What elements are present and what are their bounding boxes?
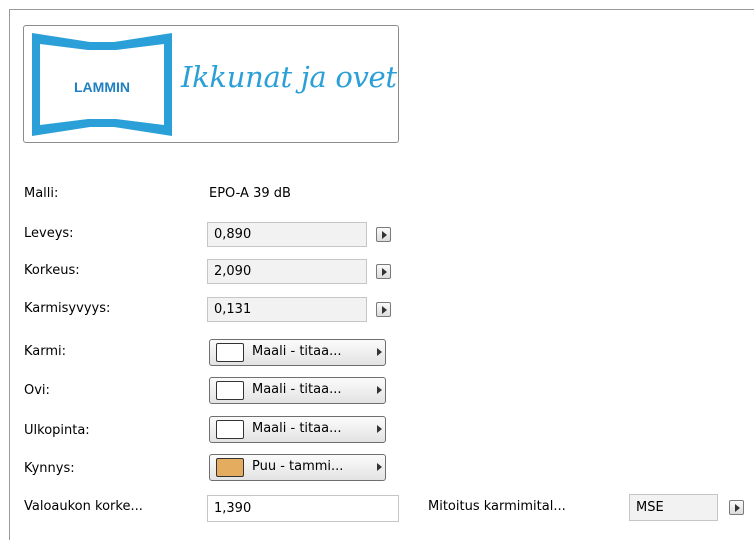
malli-value: EPO-A 39 dB: [209, 186, 291, 201]
ovi-color-swatch: [216, 381, 244, 400]
leveys-label: Leveys:: [24, 226, 74, 241]
karmi-label: Karmi:: [24, 344, 67, 359]
ulkopinta-material-text: Maali - titaa...: [252, 421, 342, 436]
ovi-material-text: Maali - titaa...: [252, 382, 342, 397]
logo-brand-text: LAMMIN: [74, 79, 130, 95]
leveys-arrow-icon[interactable]: [376, 227, 391, 242]
mitoitus-arrow-icon[interactable]: [729, 500, 744, 515]
ovi-label: Ovi:: [24, 383, 50, 398]
karmi-material-button[interactable]: Maali - titaa...: [209, 339, 386, 366]
ulkopinta-label: Ulkopinta:: [24, 423, 90, 438]
karmisyvyys-label: Karmisyvyys:: [24, 301, 111, 316]
karmisyvyys-field[interactable]: 0,131: [207, 297, 367, 322]
kynnys-label: Kynnys:: [24, 461, 75, 476]
kynnys-material-button[interactable]: Puu - tammi...: [209, 454, 386, 481]
valoaukko-label: Valoaukon korke...: [24, 499, 143, 514]
play-arrow-icon: [377, 386, 382, 394]
korkeus-arrow-icon[interactable]: [376, 264, 391, 279]
korkeus-label: Korkeus:: [24, 263, 80, 278]
korkeus-field[interactable]: 2,090: [207, 259, 367, 284]
play-arrow-icon: [377, 348, 382, 356]
malli-label: Malli:: [24, 186, 59, 201]
kynnys-material-text: Puu - tammi...: [252, 459, 344, 474]
logo-tagline: Ikkunat ja ovet: [181, 60, 397, 94]
karmi-color-swatch: [216, 343, 244, 362]
kynnys-color-swatch: [216, 458, 244, 477]
lammin-logo: LAMMIN: [32, 33, 172, 136]
valoaukko-field[interactable]: 1,390: [207, 495, 399, 522]
leveys-field[interactable]: 0,890: [207, 222, 367, 247]
karmisyvyys-arrow-icon[interactable]: [376, 302, 391, 317]
logo-box: LAMMIN Ikkunat ja ovet: [23, 25, 399, 143]
ovi-material-button[interactable]: Maali - titaa...: [209, 377, 386, 404]
mitoitus-field[interactable]: MSE: [629, 494, 718, 521]
mitoitus-label: Mitoitus karmimital...: [428, 499, 566, 514]
ulkopinta-material-button[interactable]: Maali - titaa...: [209, 416, 386, 443]
karmi-material-text: Maali - titaa...: [252, 344, 342, 359]
play-arrow-icon: [377, 425, 382, 433]
play-arrow-icon: [377, 463, 382, 471]
ulkopinta-color-swatch: [216, 420, 244, 439]
